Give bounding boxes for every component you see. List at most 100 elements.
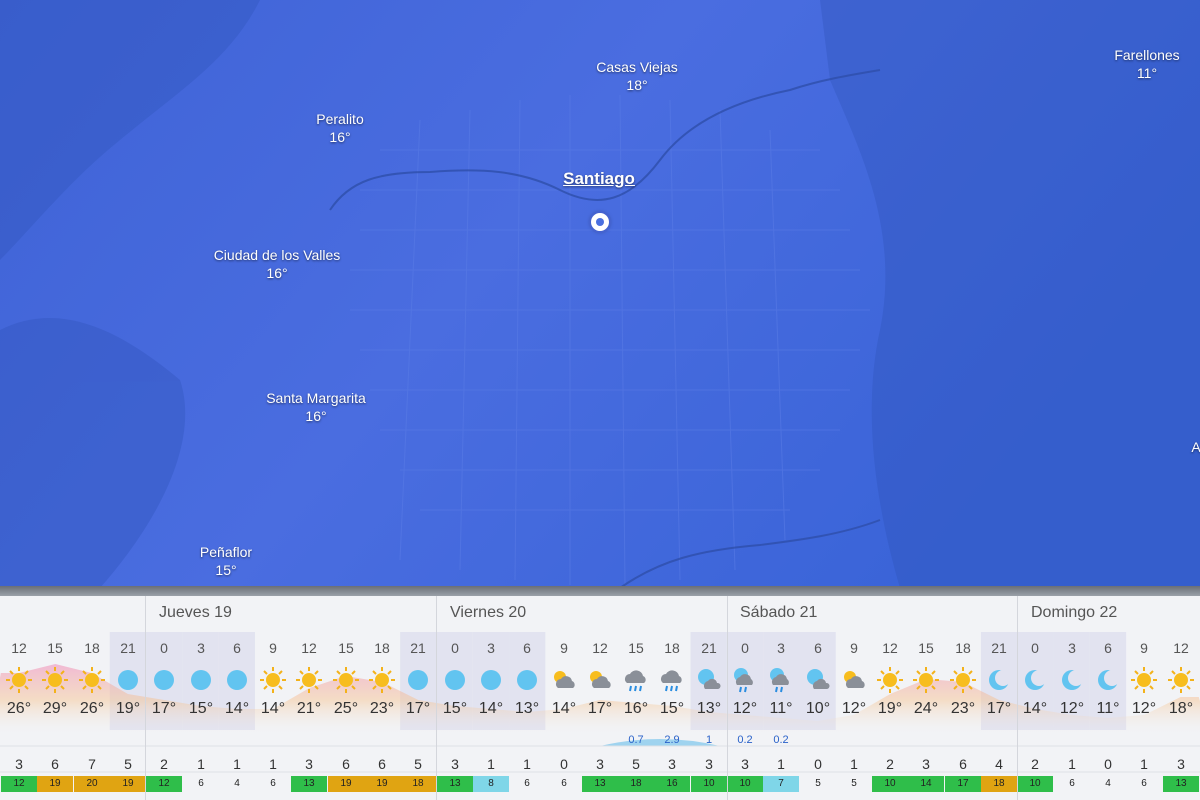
night-rain-icon	[727, 666, 763, 694]
forecast-wind-speed: 2	[160, 756, 168, 772]
place-temperature: 16°	[329, 129, 351, 145]
map-place-label[interactable]: Santa Margarita 16°	[266, 389, 366, 425]
forecast-wind-speed: 6	[51, 756, 59, 772]
partly-cloudy-icon	[546, 666, 582, 694]
clear-night-icon	[437, 666, 473, 694]
forecast-temperature: 24°	[913, 700, 939, 717]
forecast-temperature: 17°	[587, 700, 613, 717]
forecast-wind-gust: 13	[1163, 776, 1199, 792]
forecast-wind-speed: 5	[414, 756, 422, 772]
forecast-temperature: 11°	[1096, 700, 1120, 717]
forecast-precipitation: 0.2	[773, 734, 789, 746]
forecast-hour: 18	[664, 640, 680, 656]
forecast-temperature: 14°	[478, 700, 504, 717]
forecast-wind-speed: 0	[814, 756, 822, 772]
hourly-forecast-panel[interactable]: 12 26° 3 12 15 29° 6 19 18 26° 7 20 21 19° 5 19 0 17° 2 12 3…	[0, 596, 1200, 800]
forecast-wind-gust: 4	[219, 776, 255, 792]
place-temperature: 16°	[266, 265, 288, 281]
forecast-hour: 9	[850, 640, 858, 656]
day-label: Viernes 20	[450, 604, 527, 621]
forecast-wind-gust: 19	[110, 776, 146, 792]
sun-icon	[1126, 666, 1162, 694]
sun-icon	[291, 666, 327, 694]
forecast-hour: 15	[338, 640, 354, 656]
map-place-label[interactable]: Peralito 16°	[316, 110, 363, 146]
day-separator	[145, 596, 146, 800]
forecast-hour: 3	[1068, 640, 1076, 656]
night-cloud-icon	[800, 666, 836, 694]
sun-icon	[1, 666, 37, 694]
map-place-label[interactable]: Peñaflor 15°	[200, 543, 252, 579]
forecast-hour: 12	[592, 640, 608, 656]
forecast-hour: 21	[701, 640, 717, 656]
forecast-temperature: 12°	[1059, 700, 1085, 717]
forecast-wind-speed: 3	[922, 756, 930, 772]
forecast-precipitation: 2.9	[664, 734, 680, 746]
sun-icon	[872, 666, 908, 694]
sun-icon	[364, 666, 400, 694]
moon-icon	[1017, 666, 1053, 694]
forecast-wind-speed: 3	[596, 756, 604, 772]
forecast-wind-gust: 17	[945, 776, 981, 792]
map-place-label[interactable]: Ciudad de los Valles 16°	[214, 246, 341, 282]
forecast-precipitation: 1	[705, 734, 713, 746]
forecast-wind-speed: 2	[886, 756, 894, 772]
clear-night-icon	[473, 666, 509, 694]
forecast-wind-gust: 6	[509, 776, 545, 792]
forecast-hour: 3	[777, 640, 785, 656]
forecast-wind-speed: 3	[668, 756, 676, 772]
forecast-temperature: 14°	[1022, 700, 1048, 717]
place-name: Peralito	[316, 111, 364, 127]
forecast-hour: 0	[741, 640, 749, 656]
forecast-wind-speed: 3	[305, 756, 313, 772]
forecast-wind-gust: 19	[328, 776, 364, 792]
clear-night-icon	[146, 666, 182, 694]
forecast-wind-speed: 6	[959, 756, 967, 772]
map-place-label[interactable]: Casas Viejas 18°	[596, 58, 677, 94]
place-temperature: 11°	[1136, 65, 1158, 81]
night-rain-icon	[763, 666, 799, 694]
forecast-wind-speed: 3	[15, 756, 23, 772]
forecast-wind-speed: 0	[560, 756, 568, 772]
day-label: Jueves 19	[159, 604, 232, 621]
forecast-temperature: 21°	[296, 700, 322, 717]
forecast-wind-gust: 16	[654, 776, 690, 792]
forecast-wind-speed: 5	[124, 756, 132, 772]
forecast-hour: 12	[301, 640, 317, 656]
forecast-wind-gust: 13	[291, 776, 327, 792]
day-separator	[436, 596, 437, 800]
forecast-temperature: 13°	[696, 700, 722, 717]
forecast-wind-gust: 19	[37, 776, 73, 792]
location-marker-icon[interactable]	[591, 213, 609, 231]
map-place-label[interactable]: Farellones 11°	[1114, 46, 1179, 82]
forecast-wind-gust: 19	[364, 776, 400, 792]
place-name: Santa Margarita	[266, 390, 366, 406]
forecast-hour: 3	[487, 640, 495, 656]
forecast-wind-speed: 7	[88, 756, 96, 772]
forecast-hour: 15	[628, 640, 644, 656]
sun-icon	[255, 666, 291, 694]
forecast-wind-speed: 1	[1068, 756, 1076, 772]
place-name: Casas Viejas	[596, 59, 678, 75]
forecast-temperature: 17°	[151, 700, 177, 717]
map-view[interactable]: Casas Viejas 18° Farellones 11° Peralito…	[0, 0, 1200, 588]
clear-night-icon	[219, 666, 255, 694]
forecast-temperature: 13°	[514, 700, 540, 717]
selected-place-label[interactable]: Santiago	[563, 170, 635, 188]
forecast-precipitation: 0.2	[737, 734, 753, 746]
map-edge-label: A	[1191, 439, 1200, 455]
clear-night-icon	[183, 666, 219, 694]
forecast-hour: 6	[523, 640, 531, 656]
moon-icon	[981, 666, 1017, 694]
forecast-wind-speed: 1	[523, 756, 531, 772]
place-temperature: 18°	[626, 77, 648, 93]
panel-resize-handle[interactable]	[0, 586, 1200, 596]
forecast-temperature: 12°	[1131, 700, 1157, 717]
forecast-wind-speed: 1	[269, 756, 277, 772]
forecast-wind-gust: 6	[1126, 776, 1162, 792]
forecast-wind-gust: 20	[74, 776, 110, 792]
forecast-hour: 9	[269, 640, 277, 656]
forecast-hour: 9	[1140, 640, 1148, 656]
forecast-wind-gust: 10	[691, 776, 727, 792]
forecast-wind-speed: 3	[741, 756, 749, 772]
